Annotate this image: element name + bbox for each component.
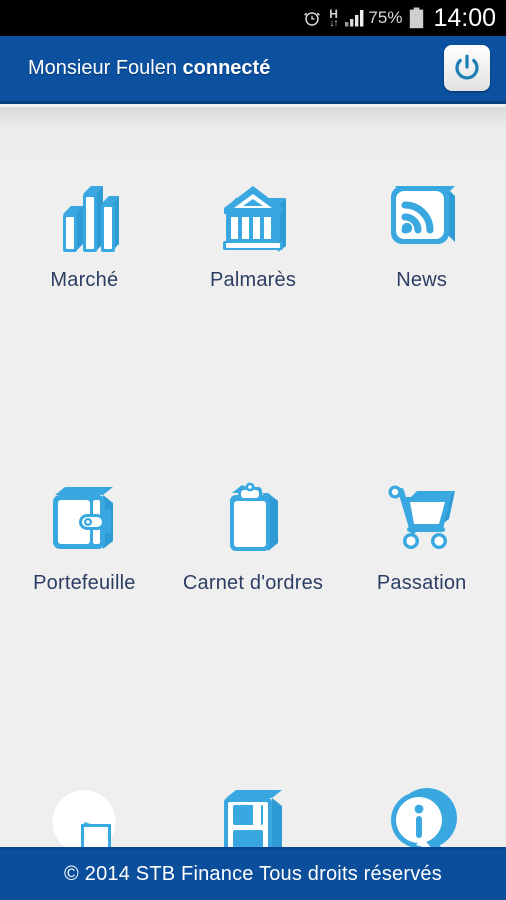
signal-bars-icon	[344, 9, 366, 27]
menu-row: Portefeuille Carnet d'ordres Passation	[0, 414, 506, 717]
menu-item-passation[interactable]: Passation	[337, 472, 506, 595]
status-bar-clock: 14:00	[433, 3, 496, 32]
menu-item-label: Marché	[50, 269, 119, 291]
page-title: Monsieur Foulen connecté	[28, 57, 270, 80]
menu-item-marche[interactable]: Marché	[0, 169, 169, 292]
menu-row: Marché Palmarès News	[0, 107, 506, 414]
menu-item-carnet-ordres[interactable]: Carnet d'ordres	[169, 472, 338, 595]
main-menu-grid: Marché Palmarès News Portefeuille Carnet…	[0, 107, 506, 899]
bar-chart-icon	[38, 169, 130, 261]
header-user-name: Monsieur Foulen	[28, 57, 183, 79]
bank-building-icon	[207, 169, 299, 261]
battery-icon	[409, 7, 424, 29]
alarm-clock-icon	[302, 8, 322, 28]
wallet-icon	[38, 472, 130, 564]
menu-item-label: News	[396, 269, 448, 291]
network-type-indicator: H ↓↑	[329, 8, 338, 29]
menu-item-label: Palmarès	[209, 269, 297, 291]
clipboard-icon	[207, 472, 299, 564]
menu-item-label: Passation	[376, 572, 467, 594]
power-off-button[interactable]	[444, 45, 490, 91]
app-footer: © 2014 STB Finance Tous droits réservés	[0, 847, 506, 900]
battery-percent-label: 75%	[368, 8, 403, 27]
copyright-label: © 2014 STB Finance Tous droits réservés	[64, 863, 442, 885]
network-arrows-icon: ↓↑	[329, 17, 338, 29]
status-bar: H ↓↑ 75% 14:00	[0, 0, 506, 36]
power-icon	[455, 54, 479, 80]
header-status-word: connecté	[182, 57, 271, 79]
menu-item-portefeuille[interactable]: Portefeuille	[0, 472, 169, 595]
shopping-cart-icon	[376, 472, 468, 564]
app-header: Monsieur Foulen connecté	[0, 36, 506, 104]
app-screen: H ↓↑ 75% 14:00 Monsieur Foulen connecté	[0, 0, 506, 900]
rss-feed-icon	[376, 169, 468, 261]
menu-item-news[interactable]: News	[337, 169, 506, 292]
menu-item-label: Portefeuille	[33, 572, 136, 594]
menu-item-palmares[interactable]: Palmarès	[169, 169, 338, 292]
menu-item-label: Carnet d'ordres	[182, 572, 324, 594]
